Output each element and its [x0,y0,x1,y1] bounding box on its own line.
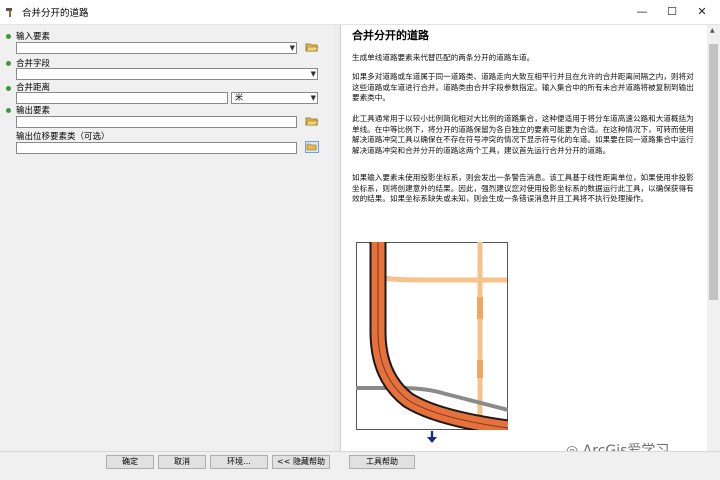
tool-help-button[interactable]: 工具帮助 [349,455,415,469]
help-paragraph: 如果多对道路或车道属于同一道路类、道路走向大致互相平行并且在允许的合并距离间隔之… [352,72,694,102]
merge-field-dropdown[interactable]: ▼ [16,68,318,80]
parameter-panel [0,25,334,451]
required-icon [6,108,11,113]
input-features-dropdown[interactable]: ▼ [16,42,297,54]
cancel-button[interactable]: 取消 [158,455,206,469]
title-bar: 合并分开的道路 — ☐ ✕ [0,0,720,25]
displacement-label: 输出位移要素类（可选） [16,132,110,142]
unit-value: 米 [235,93,243,102]
scroll-up-icon[interactable]: ▲ [710,27,715,34]
merged-road-illustration [356,242,508,430]
help-paragraph: 如果输入要素未使用投影坐标系，则会发出一条警告消息。该工具基于线性距离单位，如果… [352,173,694,203]
folder-open-icon[interactable] [305,115,319,127]
folder-open-icon[interactable] [305,141,319,153]
input-features-label: 输入要素 [16,32,51,42]
minimize-icon[interactable]: — [634,4,650,20]
help-scrollbar-thumb[interactable] [709,44,718,300]
merge-distance-input[interactable] [16,92,228,104]
chevron-down-icon: ▼ [310,70,316,78]
panel-splitter[interactable] [333,25,340,451]
unit-dropdown[interactable]: 米 ▼ [231,92,318,104]
close-icon[interactable]: ✕ [694,4,710,20]
required-icon [6,34,11,39]
help-paragraph: 生成单线道路要素来代替匹配的两条分开的道路车道。 [352,53,535,62]
arrow-down-icon [427,431,437,443]
environments-button[interactable]: 环境... [210,455,268,469]
displacement-input[interactable] [16,142,297,154]
required-icon [6,61,11,66]
folder-open-icon[interactable] [305,41,319,53]
window-title: 合并分开的道路 [22,8,89,19]
ok-button[interactable]: 确定 [106,455,154,469]
output-features-input[interactable] [16,116,297,128]
help-paragraph: 此工具通常用于以较小比例简化相对大比例的道路集合，这种便适用于将分车道高速公路和… [352,114,694,155]
maximize-icon[interactable]: ☐ [664,4,680,20]
chevron-down-icon: ▼ [289,44,295,52]
output-features-label: 输出要素 [16,106,51,116]
hammer-icon [6,8,12,17]
chevron-down-icon: ▼ [310,94,316,102]
hide-help-button[interactable]: << 隐藏帮助 [272,455,330,469]
required-icon [6,86,11,91]
help-title: 合并分开的道路 [352,29,429,42]
